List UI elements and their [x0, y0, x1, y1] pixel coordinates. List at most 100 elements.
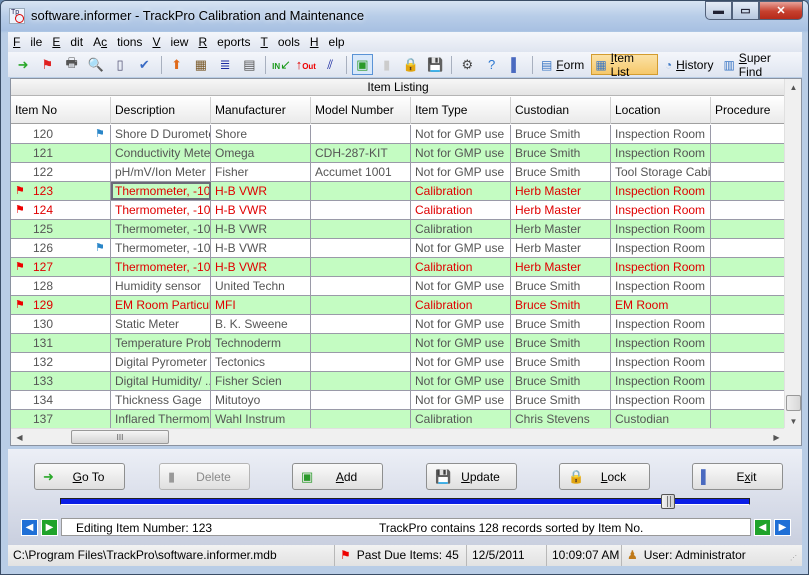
table-row[interactable]: ⚑ 126 Thermometer, -10... H-B VWR Not for GM… [11, 239, 785, 258]
cell-custodian[interactable]: Herb Master [511, 201, 611, 219]
cell-procedure[interactable] [711, 125, 785, 143]
cell-procedure[interactable] [711, 296, 785, 314]
cell-description[interactable]: Thermometer, -10... [111, 182, 211, 200]
table-row[interactable]: 133 Digital Humidity/ ... Fisher Scien Not … [11, 372, 785, 391]
cell-type[interactable]: Calibration [411, 410, 511, 428]
previous-record-button[interactable]: ◀ [754, 519, 771, 536]
scroll-left-icon[interactable]: ◀ [11, 429, 28, 446]
cell-type[interactable]: Calibration [411, 182, 511, 200]
cell-type[interactable]: Not for GMP use [411, 334, 511, 352]
cell-description[interactable]: Inflared Thermom... [111, 410, 211, 428]
menu-actions[interactable]: Ac tions [93, 35, 142, 49]
cell-location[interactable]: Tool Storage Cabi... [611, 163, 711, 181]
view-super-find-button[interactable]: ▥ Super Find [720, 51, 797, 79]
cell-manufacturer[interactable]: Wahl Instrum [211, 410, 311, 428]
table-row[interactable]: ⚑ 127 Thermometer, -10... H-B VWR Calibratio… [11, 258, 785, 277]
cell-type[interactable]: Not for GMP use [411, 239, 511, 257]
list-button[interactable]: ≣ [215, 54, 235, 75]
cell-description[interactable]: Digital Humidity/ ... [111, 372, 211, 390]
table-row[interactable]: 130 Static Meter B. K. Sweene Not for GMP u… [11, 315, 785, 334]
cell-location[interactable]: EM Room [611, 296, 711, 314]
stamp-button[interactable]: ⬆ [166, 54, 186, 75]
cell-item-no[interactable]: 132 [11, 353, 111, 371]
cell-custodian[interactable]: Herb Master [511, 182, 611, 200]
cell-description[interactable]: pH/mV/Ion Meter [111, 163, 211, 181]
cell-item-no[interactable]: ⚑ 127 [11, 258, 111, 276]
view-history-button[interactable]: ◔ History [662, 54, 717, 75]
scroll-up-icon[interactable]: ▲ [785, 79, 802, 96]
cell-custodian[interactable]: Bruce Smith [511, 391, 611, 409]
cell-custodian[interactable]: Bruce Smith [511, 163, 611, 181]
column-header-item-type[interactable]: Item Type [411, 97, 511, 124]
cell-item-no[interactable]: 121 [11, 144, 111, 162]
cell-procedure[interactable] [711, 334, 785, 352]
cell-location[interactable]: Custodian [611, 410, 711, 428]
menu-view[interactable]: View [152, 35, 188, 49]
cell-model[interactable] [311, 125, 411, 143]
cell-model[interactable] [311, 220, 411, 238]
cell-manufacturer[interactable]: Shore [211, 125, 311, 143]
table-row[interactable]: 131 Temperature Prob... Technoderm Not for … [11, 334, 785, 353]
cell-location[interactable]: Inspection Room [611, 353, 711, 371]
cell-model[interactable] [311, 277, 411, 295]
cell-custodian[interactable]: Herb Master [511, 220, 611, 238]
cell-model[interactable] [311, 391, 411, 409]
cell-procedure[interactable] [711, 163, 785, 181]
film-button[interactable]: ▦ [191, 54, 211, 75]
update-button[interactable]: 💾 Update [426, 463, 517, 490]
menu-reports[interactable]: Reports [198, 35, 250, 49]
cell-type[interactable]: Not for GMP use [411, 391, 511, 409]
cell-description[interactable]: Thickness Gage [111, 391, 211, 409]
cell-manufacturer[interactable]: H-B VWR [211, 201, 311, 219]
goto-button[interactable]: ➜ [13, 54, 33, 75]
column-header-procedure[interactable]: Procedure [711, 97, 785, 124]
cell-item-no[interactable]: 134 [11, 391, 111, 409]
horizontal-scrollbar[interactable]: ◀ III ▶ [11, 428, 785, 445]
menu-tools[interactable]: Tools [261, 35, 300, 49]
view-item-list-button[interactable]: ▦ Item List [591, 51, 658, 79]
lock-button[interactable]: 🔒 Lock [559, 463, 650, 490]
cell-model[interactable] [311, 410, 411, 428]
cell-description[interactable]: EM Room Particul... [111, 296, 211, 314]
cell-custodian[interactable]: Bruce Smith [511, 296, 611, 314]
go-to-button[interactable]: ➜ Go To [34, 463, 125, 490]
delete-record-button[interactable]: ▮ [377, 54, 397, 75]
minimize-button[interactable]: ▬ [705, 1, 732, 20]
cell-model[interactable] [311, 315, 411, 333]
cell-item-no[interactable]: 122 [11, 163, 111, 181]
save-button[interactable]: 💾 [425, 54, 445, 75]
cell-model[interactable]: Accumet 1001 [311, 163, 411, 181]
cell-item-no[interactable]: ⚑ 123 [11, 182, 111, 200]
cell-procedure[interactable] [711, 182, 785, 200]
cell-model[interactable] [311, 296, 411, 314]
cell-type[interactable]: Calibration [411, 296, 511, 314]
cell-description[interactable]: Digital Pyrometer [111, 353, 211, 371]
table-row[interactable]: 121 Conductivity Meter Omega CDH-287-KIT Not… [11, 144, 785, 163]
vertical-scroll-thumb[interactable] [786, 395, 801, 411]
lock-button[interactable]: 🔒 [401, 54, 421, 75]
cell-location[interactable]: Inspection Room [611, 220, 711, 238]
scroll-right-icon[interactable]: ▶ [768, 429, 785, 446]
table-row[interactable]: ⚑ 120 Shore D Durometer Shore Not for GMP us… [11, 125, 785, 144]
cell-location[interactable]: Inspection Room [611, 372, 711, 390]
cell-procedure[interactable] [711, 220, 785, 238]
cell-manufacturer[interactable]: Mitutoyo [211, 391, 311, 409]
cell-type[interactable]: Not for GMP use [411, 353, 511, 371]
cell-custodian[interactable]: Bruce Smith [511, 144, 611, 162]
cell-item-no[interactable]: 131 [11, 334, 111, 352]
column-header-description[interactable]: Description [111, 97, 211, 124]
cell-procedure[interactable] [711, 277, 785, 295]
cell-custodian[interactable]: Bruce Smith [511, 353, 611, 371]
cell-item-no[interactable]: ⚑ 126 [11, 239, 111, 257]
cell-description[interactable]: Thermometer, -10... [111, 220, 211, 238]
cell-type[interactable]: Not for GMP use [411, 315, 511, 333]
maximize-button[interactable]: ▭ [732, 1, 759, 20]
cell-model[interactable]: CDH-287-KIT [311, 144, 411, 162]
settings-button[interactable]: ⚙ [457, 54, 477, 75]
record-slider-thumb[interactable] [660, 494, 675, 509]
column-header-custodian[interactable]: Custodian [511, 97, 611, 124]
table-row[interactable]: 132 Digital Pyrometer Tectonics Not for GMP… [11, 353, 785, 372]
cell-manufacturer[interactable]: MFI [211, 296, 311, 314]
menu-edit[interactable]: Edit [52, 35, 83, 49]
cell-manufacturer[interactable]: United Techn [211, 277, 311, 295]
